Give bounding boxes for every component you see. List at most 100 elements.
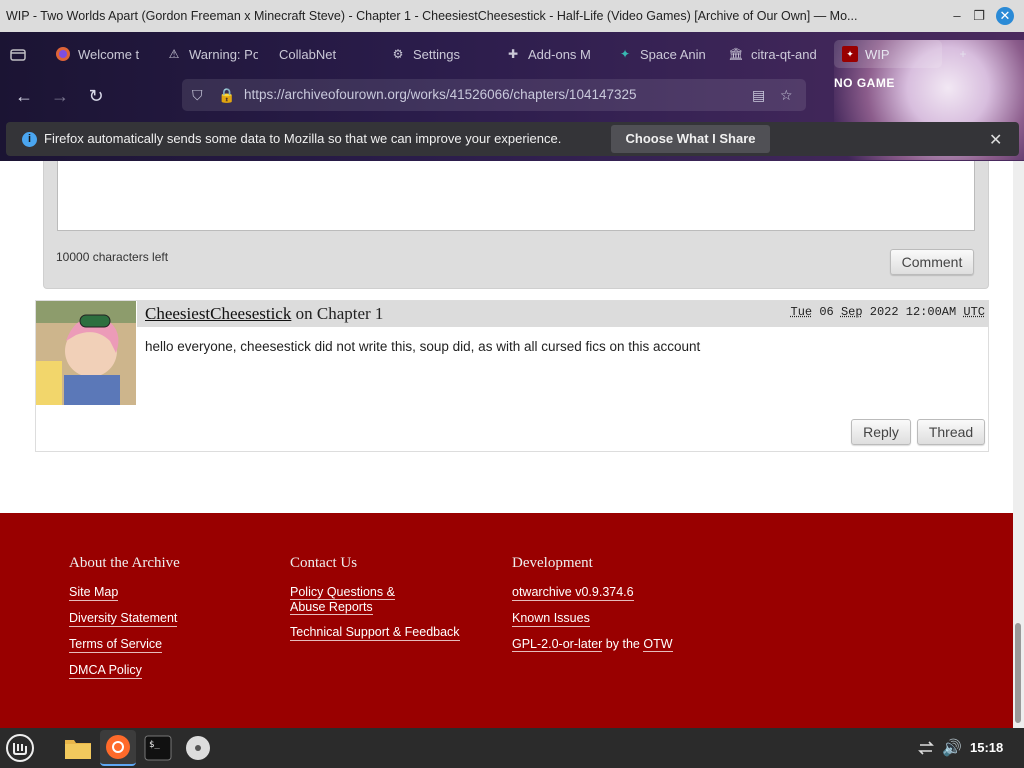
navigation-toolbar: ← → ↻ ⛉ 🔒 https://archiveofourown.org/wo… <box>0 76 1024 116</box>
tab-strip: Welcome t ⚠ Warning: Po CollabNet ⚙ Sett… <box>0 32 1024 76</box>
comment-byline: CheesiestCheesestick on Chapter 1 <box>145 304 383 324</box>
comment-chapter-link[interactable]: Chapter 1 <box>317 304 384 323</box>
avatar[interactable] <box>36 301 136 405</box>
info-icon: i <box>22 132 37 147</box>
tabs-overview-icon <box>10 46 26 62</box>
tab-label: citra-qt-and <box>751 46 817 62</box>
reader-mode-icon[interactable]: ▤ <box>752 87 765 104</box>
mint-menu-icon[interactable] <box>2 730 38 766</box>
footer-heading: About the Archive <box>69 555 180 571</box>
taskbar-clock[interactable]: 15:18 <box>970 740 1003 755</box>
warning-icon: ⚠ <box>168 47 180 61</box>
characters-left: 10000 characters left <box>56 250 169 264</box>
footer-link-tos[interactable]: Terms of Service <box>69 637 163 653</box>
tab-0[interactable]: Welcome t <box>55 40 143 68</box>
tab-7-active[interactable]: ✦ WIP <box>834 40 942 68</box>
terminal-icon[interactable]: $_ <box>140 730 176 766</box>
date-timezone: UTC <box>963 305 985 319</box>
footer-license-line: GPL-2.0-or-later by the OTW <box>512 637 673 652</box>
footer-link-dmca[interactable]: DMCA Policy <box>69 663 142 679</box>
gear-icon: ⚙ <box>392 47 404 61</box>
date-time: 12:00AM <box>905 305 957 319</box>
close-notification-icon[interactable]: ✕ <box>989 130 1002 150</box>
footer-link-site-map[interactable]: Site Map <box>69 585 119 601</box>
tab-5[interactable]: ✦ Space Anin <box>617 40 709 68</box>
page-content: 10000 characters left Comment CheesiestC… <box>0 161 1013 513</box>
footer-link-known-issues[interactable]: Known Issues <box>512 611 590 627</box>
footer-link-policy-text[interactable]: Policy Questions & Abuse Reports <box>290 585 395 615</box>
date-year: 2022 <box>869 305 899 319</box>
shield-icon[interactable]: ⛉ <box>192 87 203 104</box>
footer-by-the: by the <box>605 637 640 651</box>
lock-icon[interactable]: 🔒 <box>218 87 235 104</box>
footer-contact-column: Contact Us Policy Questions & Abuse Repo… <box>290 555 460 651</box>
ao3-icon: ✦ <box>842 46 858 62</box>
footer-link-policy[interactable]: Policy Questions & Abuse Reports <box>290 585 430 615</box>
back-icon[interactable]: ← <box>12 84 36 108</box>
url-bar[interactable]: ⛉ 🔒 https://archiveofourown.org/works/41… <box>182 79 806 111</box>
comment-header: CheesiestCheesestick on Chapter 1 Tue 06… <box>137 301 989 327</box>
tab-4[interactable]: ✚ Add-ons M <box>505 40 597 68</box>
window-titlebar: WIP - Two Worlds Apart (Gordon Freeman x… <box>0 0 1024 32</box>
comment-date: Tue 06 Sep 2022 12:00AM UTC <box>791 305 985 319</box>
bank-icon: 🏛 <box>728 47 744 61</box>
tab-label: Warning: Po <box>189 46 258 62</box>
footer-link-support[interactable]: Technical Support & Feedback <box>290 625 460 641</box>
footer-link-otw[interactable]: OTW <box>643 637 673 652</box>
byline-on: on <box>295 304 313 323</box>
tab-overview-button[interactable] <box>10 40 32 68</box>
footer-development-column: Development otwarchive v0.9.374.6 Known … <box>512 555 673 652</box>
forward-icon[interactable]: → <box>48 84 72 108</box>
new-tab-button[interactable]: + <box>955 40 973 68</box>
puzzle-icon: ✚ <box>507 47 519 61</box>
comment-textarea[interactable] <box>57 161 975 231</box>
tab-label: Settings <box>413 46 460 62</box>
firefox-taskbar-icon[interactable] <box>100 730 136 766</box>
notification-message: Firefox automatically sends some data to… <box>44 131 562 146</box>
comment-submit-button[interactable]: Comment <box>890 249 974 275</box>
maximize-icon[interactable]: ❐ <box>970 7 988 25</box>
volume-icon[interactable]: 🔊 <box>938 730 966 766</box>
footer-about-column: About the Archive Site Map Diversity Sta… <box>69 555 180 689</box>
tab-label: Space Anin <box>640 46 706 62</box>
footer-link-version[interactable]: otwarchive v0.9.374.6 <box>512 585 634 601</box>
date-month: Sep <box>840 305 863 319</box>
tab-label: Welcome t <box>78 46 140 62</box>
thread-button[interactable]: Thread <box>917 419 985 445</box>
footer-link-diversity[interactable]: Diversity Statement <box>69 611 178 627</box>
tab-1[interactable]: ⚠ Warning: Po <box>166 40 258 68</box>
tab-label: Add-ons M <box>528 46 591 62</box>
svg-text:$_: $_ <box>149 740 160 750</box>
date-day: 06 <box>819 305 834 319</box>
tab-label: WIP <box>865 46 890 62</box>
telemetry-notification: i Firefox automatically sends some data … <box>6 122 1019 156</box>
footer-heading: Development <box>512 555 593 571</box>
tab-6[interactable]: 🏛 citra-qt-and <box>728 40 822 68</box>
tab-3[interactable]: ⚙ Settings <box>390 40 490 68</box>
date-weekday: Tue <box>790 305 813 319</box>
network-icon[interactable] <box>912 730 940 766</box>
files-folder-icon[interactable] <box>60 730 96 766</box>
comment-author-link[interactable]: CheesiestCheesestick <box>145 304 291 323</box>
taskbar: $_ 🔊 15:18 <box>0 728 1024 768</box>
firefox-icon <box>55 46 71 62</box>
window-title: WIP - Two Worlds Apart (Gordon Freeman x… <box>6 9 858 23</box>
footer-heading: Contact Us <box>290 555 358 571</box>
bookmark-star-icon[interactable]: ☆ <box>780 87 793 104</box>
footer-link-license[interactable]: GPL-2.0-or-later <box>512 637 603 652</box>
page-scrollbar[interactable] <box>1013 161 1024 728</box>
reload-icon[interactable]: ↻ <box>84 84 108 108</box>
comment: CheesiestCheesestick on Chapter 1 Tue 06… <box>35 300 989 452</box>
url-text[interactable]: https://archiveofourown.org/works/415260… <box>244 87 637 102</box>
space-icon: ✦ <box>619 47 631 61</box>
disc-icon[interactable] <box>180 730 216 766</box>
reply-button[interactable]: Reply <box>851 419 911 445</box>
scrollbar-thumb[interactable] <box>1015 623 1021 723</box>
comment-form: 10000 characters left Comment <box>43 161 989 289</box>
comment-body: hello everyone, cheesestick did not writ… <box>145 339 701 354</box>
minimize-icon[interactable]: – <box>948 7 966 25</box>
plus-icon: + <box>959 47 967 61</box>
tab-2[interactable]: CollabNet <box>279 40 369 68</box>
choose-what-i-share-button[interactable]: Choose What I Share <box>611 125 770 153</box>
close-window-icon[interactable]: ✕ <box>996 7 1014 25</box>
